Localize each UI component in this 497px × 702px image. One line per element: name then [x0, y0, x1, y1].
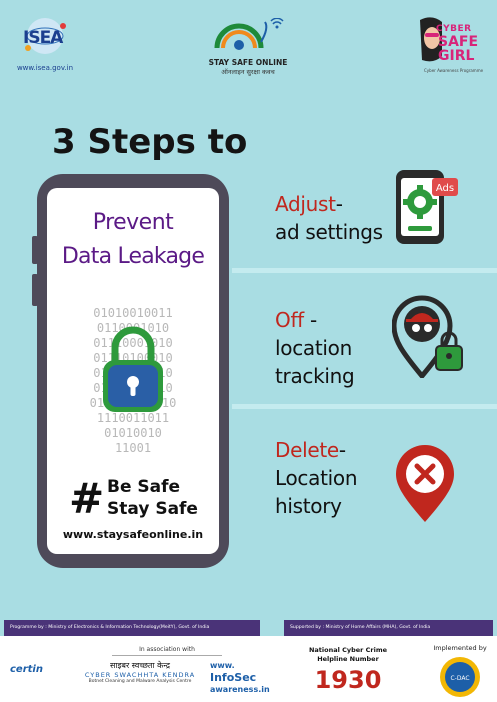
csg-cyber: CYBER	[436, 24, 472, 34]
phone-settings-ads-icon: Ads	[396, 170, 458, 244]
step2-dash: -	[303, 308, 317, 332]
step1-line2: ad settings	[275, 220, 383, 244]
isea-logo: ISEA www.isea.gov.in	[14, 14, 76, 78]
step-delete-location-history: Delete- Location history	[275, 436, 358, 520]
stay-safe-online-emblem-icon	[214, 17, 284, 50]
helpline-line2: Helpline Number	[317, 655, 379, 663]
isea-url: www.isea.gov.in	[16, 64, 74, 72]
csg-girl: GIRL	[438, 48, 475, 64]
hashtag-symbol: #	[69, 474, 105, 523]
ads-badge: Ads	[436, 183, 454, 194]
location-delete-icon	[396, 445, 454, 522]
divider	[232, 404, 497, 409]
implemented-by: Implemented by C-DAC	[430, 644, 490, 701]
sso-title: STAY SAFE ONLINE	[208, 58, 288, 67]
cyber-swachhta-kendra-logo: साइबर स्वच्छता केन्द्र CYBER SWACHHTA KE…	[80, 660, 200, 684]
supported-bar: Supported by : Ministry of Home Affairs …	[284, 620, 493, 636]
csk-name: CYBER SWACHHTA KENDRA	[84, 671, 196, 679]
step1-highlight: Adjust	[275, 192, 336, 216]
infosec-domain: awareness.in	[210, 685, 270, 694]
step3-dash: -	[338, 438, 346, 462]
phone-heading-line1: Prevent	[92, 210, 174, 235]
location-spy-lock-icon	[392, 295, 463, 378]
step3-line2: Location	[275, 466, 358, 490]
infosec-word: InfoSec	[210, 671, 257, 684]
stay-safe-online-logo: STAY SAFE ONLINE ऑनलाइन सुरक्षा कवच	[205, 17, 291, 76]
phone-heading-line2: Data Leakage	[61, 244, 205, 269]
phone-side-button	[32, 274, 38, 306]
phone-url: www.staysafeonline.in	[62, 528, 204, 541]
sso-subtitle: ऑनलाइन सुरक्षा कवच	[221, 68, 275, 76]
helpline-label: National Cyber Crime Helpline Number	[300, 646, 396, 664]
certin-logo: certin	[10, 664, 43, 675]
helpline-number: 1930	[314, 666, 382, 694]
helpline-line1: National Cyber Crime	[308, 646, 388, 654]
isea-wordmark: ISEA	[23, 28, 63, 48]
association-label: In association with	[112, 646, 222, 656]
step-adjust-ad-settings: Adjust- ad settings	[275, 190, 383, 246]
step1-dash: -	[335, 192, 343, 216]
infosec-logo: www. InfoSec awareness.in	[210, 660, 270, 696]
tagline: Be Safe Stay Safe	[107, 476, 198, 520]
step2-highlight: Off	[275, 308, 304, 332]
tagline-line2: Stay Safe	[107, 499, 198, 519]
csk-hindi: साइबर स्वच्छता केन्द्र	[110, 661, 170, 670]
phone-screen: Prevent Data Leakage 01010010011 0110001…	[47, 188, 219, 554]
cdac-text: C-DAC	[450, 675, 469, 682]
csg-subtitle: Cyber Awareness Programme	[424, 68, 484, 73]
implemented-label: Implemented by	[433, 644, 487, 652]
divider	[232, 268, 497, 273]
cyber-safe-girl-logo: CYBER SAFE GIRL Cyber Awareness Programm…	[416, 16, 484, 76]
isea-mark: ISEA	[19, 14, 71, 58]
step2-line3: tracking	[275, 364, 355, 388]
phone-illustration: Prevent Data Leakage 01010010011 0110001…	[32, 174, 229, 568]
page-title: 3 Steps to	[52, 122, 248, 162]
programme-bar: Programme by : Ministry of Electronics &…	[4, 620, 260, 636]
step-off-location-tracking: Off - location tracking	[275, 306, 355, 390]
padlock-icon	[103, 326, 163, 412]
footer: In association with certin साइबर स्वच्छत…	[0, 636, 497, 702]
step3-highlight: Delete	[275, 438, 339, 462]
phone-side-button	[32, 236, 38, 264]
cdac-badge-icon: C-DAC	[440, 657, 480, 697]
tagline-line1: Be Safe	[107, 477, 181, 497]
step3-line3: history	[275, 494, 342, 518]
step2-line2: location	[275, 336, 352, 360]
csk-subtitle: Botnet Cleaning and Malware Analysis Cen…	[88, 679, 192, 684]
